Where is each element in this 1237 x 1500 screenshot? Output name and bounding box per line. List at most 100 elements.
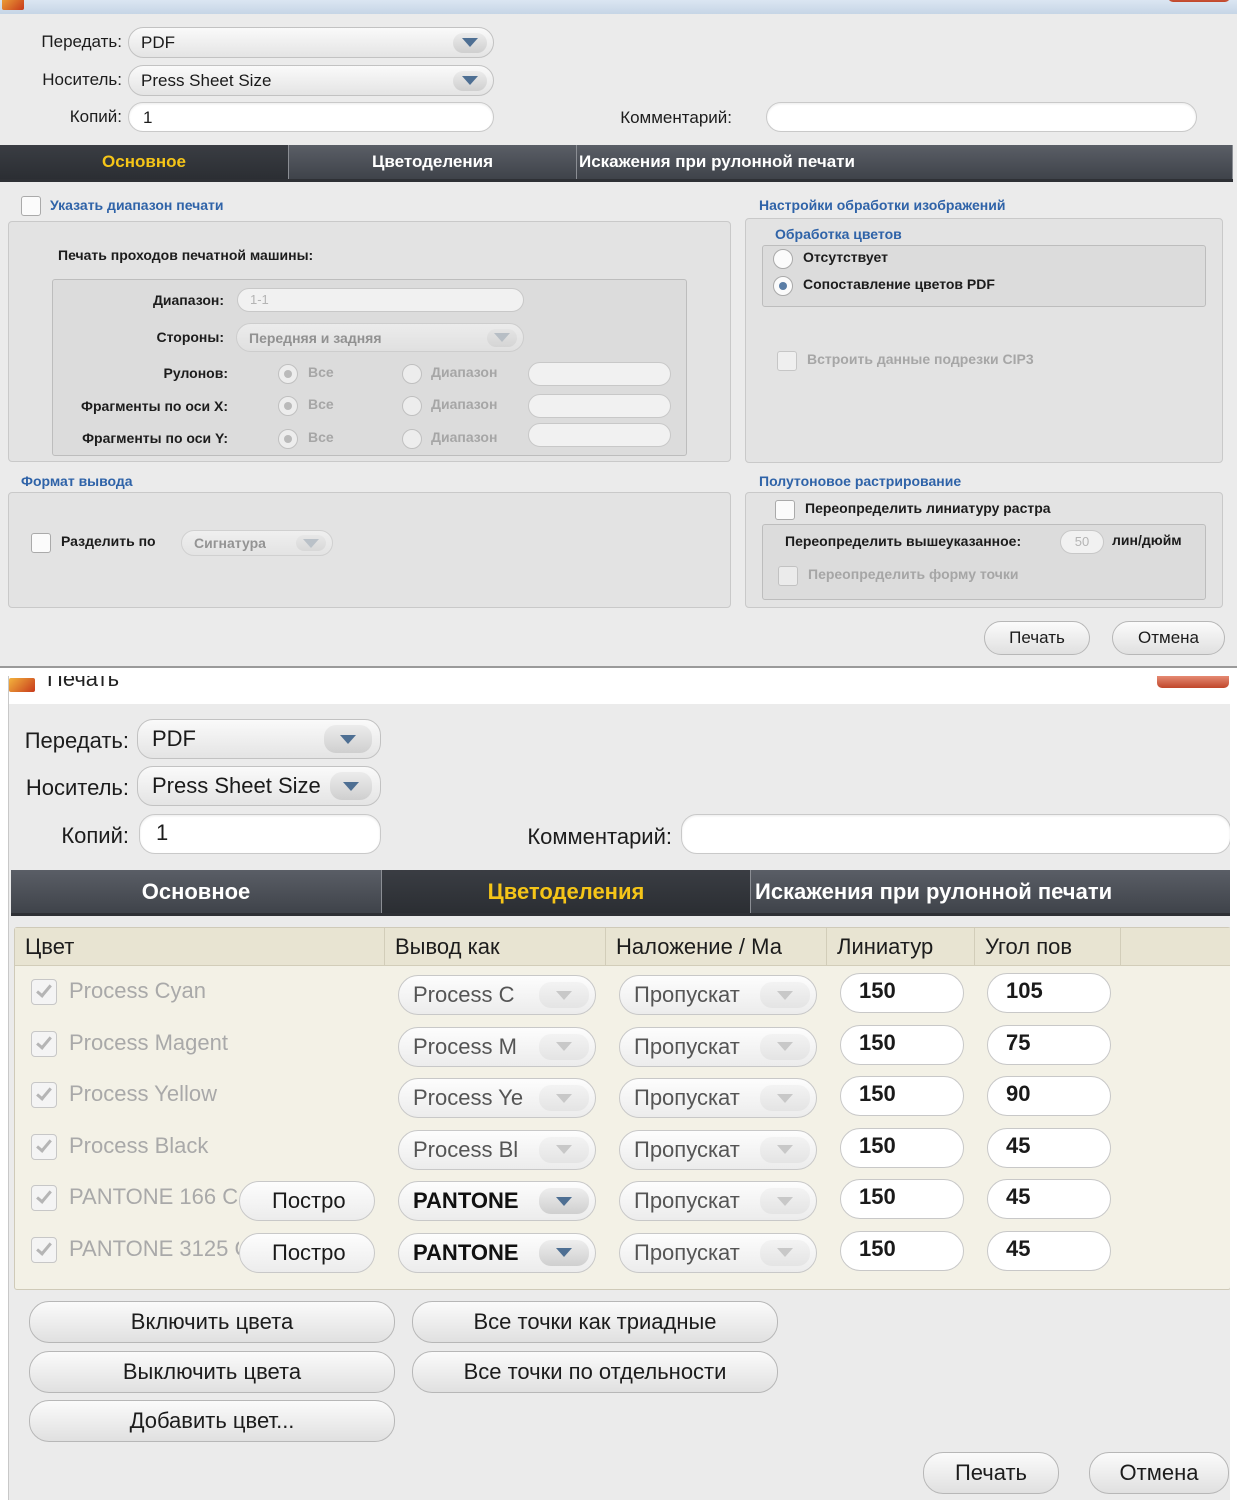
output-as-select[interactable]: Process Ye bbox=[398, 1078, 596, 1118]
output-as-select[interactable]: Process M bbox=[398, 1026, 596, 1067]
all-separate-button[interactable]: Все точки по отдельности bbox=[412, 1351, 778, 1393]
cancel-button[interactable]: Отмена bbox=[1089, 1452, 1229, 1494]
overprint-select[interactable]: Пропускат bbox=[619, 1026, 817, 1067]
sides-select[interactable]: Передняя и задняя bbox=[236, 323, 524, 352]
chevron-down-icon[interactable] bbox=[760, 1136, 810, 1163]
output-as-select[interactable]: Process C bbox=[398, 975, 596, 1015]
rolls-range-radio[interactable] bbox=[402, 364, 422, 384]
frag-x-range-input[interactable] bbox=[528, 394, 671, 418]
angle-input[interactable]: 45 bbox=[987, 1127, 1111, 1168]
print-button[interactable]: Печать bbox=[923, 1452, 1059, 1494]
color-enabled-checkbox[interactable] bbox=[31, 1185, 57, 1211]
chevron-down-icon[interactable] bbox=[324, 725, 372, 753]
build-button[interactable]: Постро bbox=[239, 1232, 375, 1273]
overprint-select[interactable]: Пропускат bbox=[619, 1232, 817, 1273]
output-as-select[interactable]: Process Bl bbox=[398, 1129, 596, 1170]
frag-y-all-radio[interactable] bbox=[278, 429, 298, 449]
column-header-output[interactable]: Вывод как bbox=[385, 928, 606, 966]
all-process-button[interactable]: Все точки как триадные bbox=[412, 1301, 778, 1343]
chevron-down-icon[interactable] bbox=[453, 32, 487, 53]
lpi-input[interactable]: 150 bbox=[840, 1024, 964, 1065]
print-button[interactable]: Печать bbox=[984, 621, 1090, 655]
chevron-down-icon[interactable] bbox=[453, 70, 487, 91]
rolls-all-radio[interactable] bbox=[278, 364, 298, 384]
tab-separations[interactable]: Цветоделения bbox=[289, 145, 577, 179]
overprint-select[interactable]: Пропускат bbox=[619, 1078, 817, 1118]
chevron-down-icon[interactable] bbox=[760, 1188, 810, 1214]
frag-x-all-radio[interactable] bbox=[278, 396, 298, 416]
chevron-down-icon[interactable] bbox=[539, 982, 589, 1008]
chevron-down-icon[interactable] bbox=[539, 1188, 589, 1214]
override-lpi-checkbox[interactable] bbox=[775, 500, 795, 520]
comment-input[interactable] bbox=[766, 102, 1197, 132]
angle-input[interactable]: 90 bbox=[987, 1076, 1111, 1116]
color-enabled-checkbox[interactable] bbox=[31, 1030, 57, 1057]
column-header-overprint[interactable]: Наложение / Ма bbox=[606, 928, 827, 966]
overprint-select[interactable]: Пропускат bbox=[619, 1129, 817, 1170]
color-enabled-checkbox[interactable] bbox=[31, 1082, 57, 1108]
close-button[interactable] bbox=[1157, 676, 1229, 688]
angle-input[interactable]: 45 bbox=[987, 1230, 1111, 1271]
add-color-button[interactable]: Добавить цвет... bbox=[29, 1400, 395, 1442]
chevron-down-icon[interactable] bbox=[539, 1033, 589, 1060]
color-enabled-checkbox[interactable] bbox=[31, 979, 57, 1005]
column-header-lpi[interactable]: Линиатур bbox=[827, 928, 975, 966]
chevron-down-icon[interactable] bbox=[539, 1136, 589, 1163]
chevron-down-icon[interactable] bbox=[760, 1239, 810, 1266]
chevron-down-icon[interactable] bbox=[296, 535, 326, 551]
range-input[interactable]: 1-1 bbox=[237, 288, 524, 312]
output-as-select[interactable]: PANTONE bbox=[398, 1181, 596, 1221]
comment-input[interactable] bbox=[681, 814, 1230, 854]
frag-y-range-radio[interactable] bbox=[402, 429, 422, 449]
lpi-input[interactable]: 150 bbox=[840, 1230, 964, 1271]
angle-input[interactable]: 45 bbox=[987, 1179, 1111, 1219]
cancel-button[interactable]: Отмена bbox=[1112, 621, 1225, 655]
output-as-select[interactable]: PANTONE bbox=[398, 1232, 596, 1273]
split-by-checkbox[interactable] bbox=[31, 533, 51, 553]
tab-separations[interactable]: Цветоделения bbox=[382, 870, 751, 913]
angle-input[interactable]: 75 bbox=[987, 1024, 1111, 1065]
copies-input[interactable]: 1 bbox=[128, 102, 494, 132]
print-range-checkbox[interactable] bbox=[21, 196, 41, 216]
chevron-down-icon[interactable] bbox=[539, 1239, 589, 1266]
build-button[interactable]: Постро bbox=[239, 1181, 375, 1221]
overprint-select[interactable]: Пропускат bbox=[619, 1181, 817, 1221]
chevron-down-icon[interactable] bbox=[760, 1033, 810, 1060]
lpi-input[interactable]: 150 bbox=[840, 1076, 964, 1116]
override-dot-checkbox[interactable] bbox=[778, 566, 798, 586]
media-select[interactable]: Press Sheet Size bbox=[137, 766, 381, 806]
tab-roll-distortion[interactable]: Искажения при рулонной печати bbox=[751, 870, 1230, 913]
close-button[interactable] bbox=[1168, 0, 1230, 2]
lpi-input[interactable]: 150 bbox=[840, 973, 964, 1013]
angle-input[interactable]: 105 bbox=[987, 973, 1111, 1013]
media-select[interactable]: Press Sheet Size bbox=[128, 65, 494, 96]
chevron-down-icon[interactable] bbox=[760, 1085, 810, 1111]
tab-roll-distortion[interactable]: Искажения при рулонной печати bbox=[577, 145, 1233, 179]
column-header-angle[interactable]: Угол пов bbox=[975, 928, 1121, 966]
frag-x-range-radio[interactable] bbox=[402, 396, 422, 416]
send-select[interactable]: PDF bbox=[137, 719, 381, 759]
send-select[interactable]: PDF bbox=[128, 27, 494, 58]
color-pdf-radio[interactable] bbox=[773, 276, 793, 296]
chevron-down-icon[interactable] bbox=[539, 1085, 589, 1111]
split-by-select[interactable]: Сигнатура bbox=[181, 530, 333, 556]
lpi-input[interactable]: 150 bbox=[840, 1127, 964, 1168]
chevron-down-icon[interactable] bbox=[487, 328, 517, 347]
color-enabled-checkbox[interactable] bbox=[31, 1133, 57, 1160]
disable-colors-button[interactable]: Выключить цвета bbox=[29, 1351, 395, 1393]
color-enabled-checkbox[interactable] bbox=[31, 1236, 57, 1263]
rolls-range-input[interactable] bbox=[528, 362, 671, 386]
tab-basic[interactable]: Основное bbox=[11, 870, 382, 913]
copies-input[interactable]: 1 bbox=[139, 814, 381, 854]
overprint-select[interactable]: Пропускат bbox=[619, 975, 817, 1015]
frag-y-range-input[interactable] bbox=[528, 423, 671, 447]
embed-cip3-checkbox[interactable] bbox=[777, 351, 797, 371]
column-header-color[interactable]: Цвет bbox=[15, 928, 385, 966]
chevron-down-icon[interactable] bbox=[330, 772, 372, 800]
enable-colors-button[interactable]: Включить цвета bbox=[29, 1301, 395, 1343]
lpi-input[interactable]: 150 bbox=[840, 1179, 964, 1219]
chevron-down-icon[interactable] bbox=[760, 982, 810, 1008]
tab-basic[interactable]: Основное bbox=[0, 145, 289, 179]
lpi-input[interactable]: 50 bbox=[1060, 530, 1104, 554]
color-none-radio[interactable] bbox=[773, 249, 793, 269]
